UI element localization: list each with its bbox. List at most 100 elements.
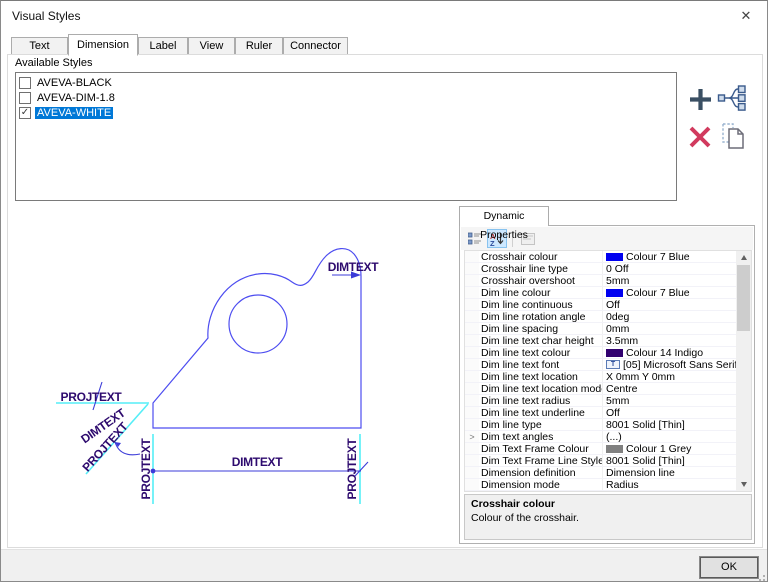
- property-row[interactable]: Dimension definition Dimension line: [465, 467, 738, 479]
- tab-text[interactable]: Text: [11, 37, 68, 55]
- property-name: Dim Text Frame Colour: [479, 443, 603, 454]
- property-name: Dim line text char height: [479, 335, 603, 346]
- property-value: Off: [603, 407, 738, 418]
- property-name: Dim line colour: [479, 287, 603, 298]
- description-text: Colour of the crosshair.: [471, 512, 579, 524]
- property-grid-scrollbar[interactable]: [736, 251, 751, 491]
- list-item[interactable]: ✓ AVEVA-WHITE: [16, 105, 676, 120]
- font-icon: T: [606, 360, 620, 369]
- add-style-button[interactable]: [687, 86, 714, 116]
- property-name: Dim line rotation angle: [479, 311, 603, 322]
- property-value-text: Colour 1 Grey: [626, 443, 692, 454]
- projtext-right-label: PROJTEXT: [345, 438, 359, 500]
- tab-label[interactable]: Label: [138, 37, 188, 55]
- resize-grip[interactable]: [756, 572, 765, 581]
- list-item[interactable]: AVEVA-BLACK: [16, 75, 676, 90]
- dimension-lines: [92, 274, 369, 477]
- style-label[interactable]: AVEVA-WHITE: [35, 106, 114, 119]
- property-value: Centre: [603, 383, 738, 394]
- property-value-text: X 0mm Y 0mm: [606, 371, 676, 382]
- property-name: Dim line text location mode: [481, 383, 603, 394]
- property-value-text: 5mm: [606, 275, 630, 286]
- row-margin: [465, 383, 479, 394]
- property-name: Dim line text radius: [479, 395, 603, 406]
- property-value-text: [05] Microsoft Sans Serif: [623, 359, 738, 370]
- property-value: Radius: [603, 479, 738, 490]
- property-value-text: Colour 14 Indigo: [626, 347, 704, 358]
- delete-style-button[interactable]: [687, 124, 713, 153]
- property-name: Dim line text underline: [479, 407, 603, 418]
- scroll-down-arrow[interactable]: [736, 478, 751, 491]
- footer-bar: OK: [1, 549, 767, 581]
- tab-dimension[interactable]: Dimension: [68, 34, 138, 56]
- property-value-text: Dimension line: [606, 467, 675, 478]
- property-value-text: Colour 7 Blue: [626, 251, 690, 262]
- colour-swatch-icon: [606, 288, 623, 297]
- property-row[interactable]: Dim line text colour Colour 14 Indigo: [465, 347, 738, 359]
- property-row[interactable]: Dim line text radius 5mm: [465, 395, 738, 407]
- visual-styles-dialog: Visual Styles ✕ Text Dimension Label Vie…: [0, 0, 768, 582]
- tab-connector[interactable]: Connector: [283, 37, 348, 55]
- property-value: 5mm: [603, 395, 738, 406]
- tab-ruler[interactable]: Ruler: [235, 37, 283, 55]
- description-title: Crosshair colour: [471, 498, 556, 510]
- property-row[interactable]: Dim line spacing 0mm: [465, 323, 738, 335]
- property-name: Dim text angles: [479, 431, 603, 442]
- property-row[interactable]: Dim Text Frame Colour Colour 1 Grey: [465, 443, 738, 455]
- property-row[interactable]: Dim line text underline Off: [465, 407, 738, 419]
- list-item[interactable]: AVEVA-DIM-1.8: [16, 90, 676, 105]
- dimtext-bottom-label: DIMTEXT: [232, 455, 284, 469]
- hierarchy-icon: [717, 85, 746, 111]
- property-value-text: 0 Off: [606, 263, 629, 274]
- property-row[interactable]: Dim line rotation angle 0deg: [465, 311, 738, 323]
- row-margin: [465, 371, 479, 382]
- tab-dynamic-properties[interactable]: Dynamic Properties: [459, 206, 549, 241]
- property-name: Crosshair colour: [479, 251, 603, 262]
- close-icon[interactable]: ✕: [735, 7, 757, 25]
- property-value: 8001 Solid [Thin]: [603, 419, 738, 430]
- property-row[interactable]: Dim line text location X 0mm Y 0mm: [465, 371, 738, 383]
- link-style-button[interactable]: [717, 83, 747, 116]
- property-value-text: 0mm: [606, 323, 630, 334]
- style-checkbox[interactable]: ✓: [19, 106, 31, 119]
- property-row[interactable]: Crosshair line type 0 Off: [465, 263, 738, 275]
- property-row[interactable]: Crosshair overshoot 5mm: [465, 275, 738, 287]
- plus-icon: [690, 89, 711, 110]
- property-row[interactable]: Dim line text char height 3.5mm: [465, 335, 738, 347]
- style-label[interactable]: AVEVA-DIM-1.8: [35, 92, 117, 104]
- property-value-text: Off: [606, 407, 620, 418]
- property-value: (...): [603, 431, 738, 442]
- property-row[interactable]: Dimension mode Radius: [465, 479, 738, 491]
- property-row[interactable]: Crosshair colour Colour 7 Blue: [465, 251, 738, 263]
- property-value: T [05] Microsoft Sans Serif: [603, 359, 738, 370]
- row-margin: [465, 419, 479, 430]
- style-checkbox[interactable]: [19, 91, 31, 104]
- property-row[interactable]: Dim line colour Colour 7 Blue: [465, 287, 738, 299]
- row-margin: [465, 347, 479, 358]
- property-value-text: 0deg: [606, 311, 630, 322]
- tab-view[interactable]: View: [188, 37, 235, 55]
- property-value: X 0mm Y 0mm: [603, 371, 738, 382]
- row-expander-icon[interactable]: >: [465, 431, 479, 442]
- property-row[interactable]: Dim line text font T [05] Microsoft Sans S…: [465, 359, 738, 371]
- property-name: Dim line spacing: [479, 323, 603, 334]
- property-name: Crosshair line type: [479, 263, 603, 274]
- scroll-up-arrow[interactable]: [736, 251, 751, 264]
- property-grid[interactable]: Crosshair colour Colour 7 Blue Crosshair l…: [464, 250, 752, 492]
- copy-style-button[interactable]: [717, 120, 749, 155]
- delete-x-icon: [689, 126, 711, 148]
- scroll-thumb[interactable]: [737, 265, 750, 331]
- available-styles-list[interactable]: AVEVA-BLACK AVEVA-DIM-1.8 ✓ AVEVA-WHITE: [15, 72, 677, 201]
- row-margin: [465, 275, 479, 286]
- property-row[interactable]: > Dim text angles (...): [465, 431, 738, 443]
- property-row[interactable]: Dim line text location mode Centre: [465, 383, 738, 395]
- style-checkbox[interactable]: [19, 76, 31, 89]
- style-label[interactable]: AVEVA-BLACK: [35, 77, 114, 89]
- property-name: Dim line continuous: [479, 299, 603, 310]
- property-row[interactable]: Dim line continuous Off: [465, 299, 738, 311]
- property-name: Dim Text Frame Line Style: [481, 455, 603, 466]
- property-row[interactable]: Dim line type 8001 Solid [Thin]: [465, 419, 738, 431]
- ok-button[interactable]: OK: [699, 556, 759, 579]
- property-row[interactable]: Dim Text Frame Line Style 8001 Solid [Thi…: [465, 455, 738, 467]
- property-name: Dim line text location: [479, 371, 603, 382]
